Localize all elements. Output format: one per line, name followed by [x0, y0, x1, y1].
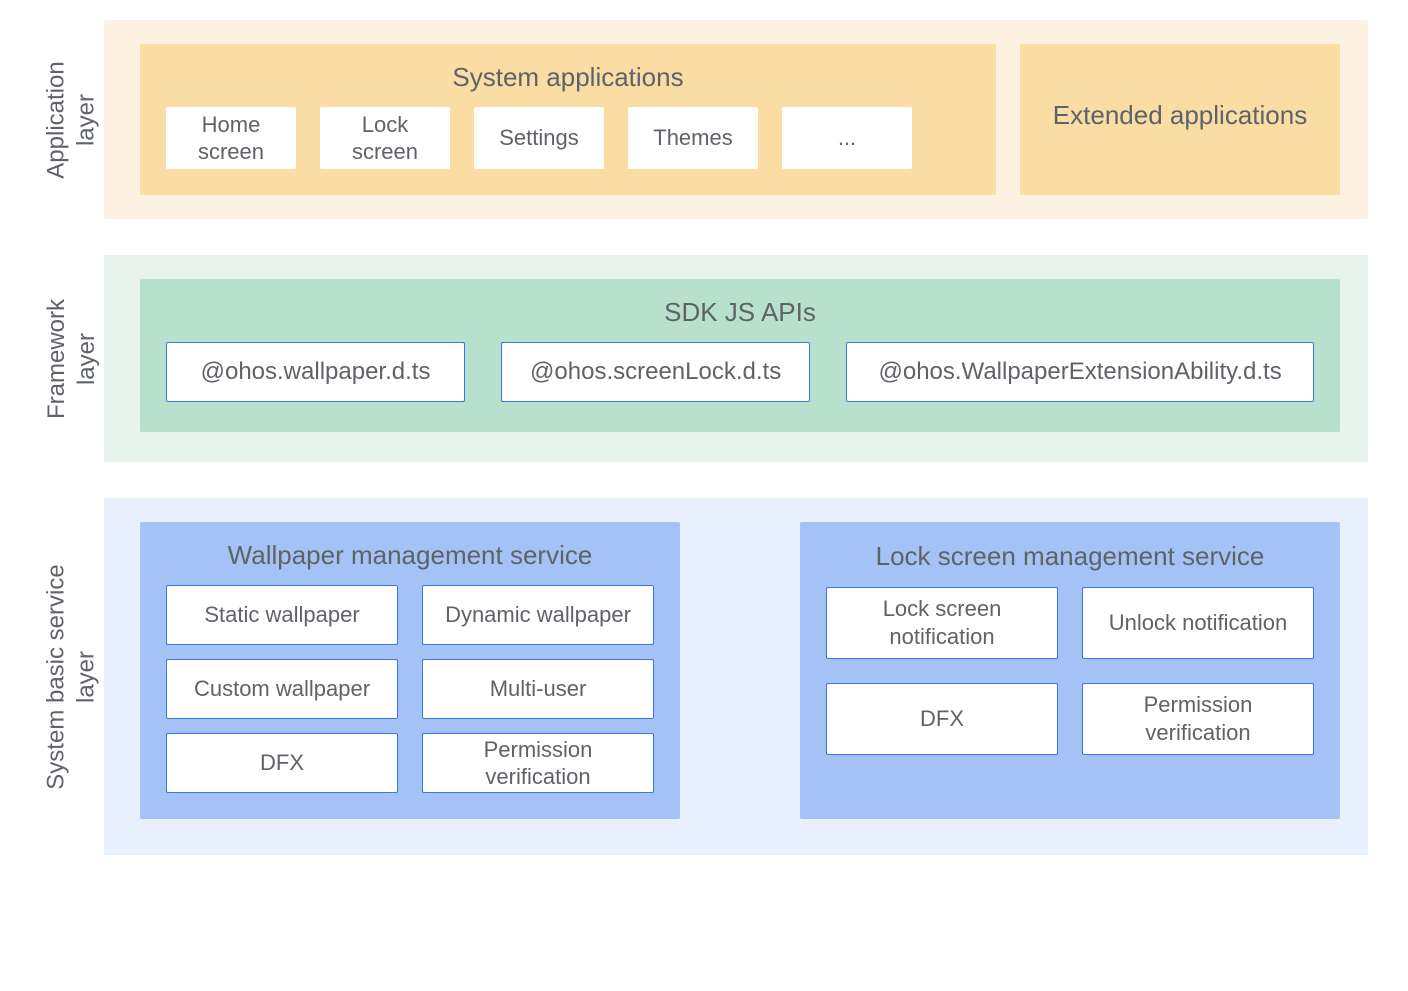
svc-permission-wallpaper: Permission verification — [422, 733, 654, 793]
lock-screen-service-items: Lock screen notification Unlock notifica… — [826, 587, 1314, 755]
svc-dfx-wallpaper: DFX — [166, 733, 398, 793]
extended-applications-panel: Extended applications — [1020, 44, 1340, 195]
svc-permission-lockscreen: Permission verification — [1082, 683, 1314, 755]
svc-dfx-lockscreen: DFX — [826, 683, 1058, 755]
app-settings: Settings — [474, 107, 604, 169]
system-basic-service-layer-body: Wallpaper management service Static wall… — [104, 498, 1368, 855]
framework-layer-label: Frameworklayer — [40, 255, 104, 462]
svc-unlock-notification: Unlock notification — [1082, 587, 1314, 659]
sdk-js-apis-items: @ohos.wallpaper.d.ts @ohos.screenLock.d.… — [166, 342, 1314, 402]
system-basic-service-layer: System basic servicelayer Wallpaper mana… — [40, 498, 1368, 855]
api-wallpaper-extension: @ohos.WallpaperExtensionAbility.d.ts — [846, 342, 1314, 402]
svc-multi-user: Multi-user — [422, 659, 654, 719]
system-applications-items: Home screen Lock screen Settings Themes … — [166, 107, 970, 169]
extended-applications-title: Extended applications — [1053, 100, 1307, 131]
api-screenlock: @ohos.screenLock.d.ts — [501, 342, 810, 402]
lock-screen-management-service-title: Lock screen management service — [826, 540, 1314, 573]
system-basic-service-layer-label: System basic servicelayer — [40, 498, 104, 855]
svc-custom-wallpaper: Custom wallpaper — [166, 659, 398, 719]
svc-dynamic-wallpaper: Dynamic wallpaper — [422, 585, 654, 645]
system-applications-panel: System applications Home screen Lock scr… — [140, 44, 996, 195]
application-layer: Applicationlayer System applications Hom… — [40, 20, 1368, 219]
app-lock-screen: Lock screen — [320, 107, 450, 169]
wallpaper-management-service-title: Wallpaper management service — [166, 540, 654, 571]
svc-lock-screen-notification: Lock screen notification — [826, 587, 1058, 659]
app-more: ... — [782, 107, 912, 169]
app-home-screen: Home screen — [166, 107, 296, 169]
svc-static-wallpaper: Static wallpaper — [166, 585, 398, 645]
system-applications-title: System applications — [166, 62, 970, 93]
app-themes: Themes — [628, 107, 758, 169]
framework-layer-body: SDK JS APIs @ohos.wallpaper.d.ts @ohos.s… — [104, 255, 1368, 462]
wallpaper-management-service-panel: Wallpaper management service Static wall… — [140, 522, 680, 819]
api-wallpaper: @ohos.wallpaper.d.ts — [166, 342, 465, 402]
application-layer-label: Applicationlayer — [40, 20, 104, 219]
wallpaper-service-items: Static wallpaper Dynamic wallpaper Custo… — [166, 585, 654, 793]
framework-layer: Frameworklayer SDK JS APIs @ohos.wallpap… — [40, 255, 1368, 462]
lock-screen-management-service-panel: Lock screen management service Lock scre… — [800, 522, 1340, 819]
sdk-js-apis-panel: SDK JS APIs @ohos.wallpaper.d.ts @ohos.s… — [140, 279, 1340, 432]
sdk-js-apis-title: SDK JS APIs — [166, 297, 1314, 328]
application-layer-body: System applications Home screen Lock scr… — [104, 20, 1368, 219]
